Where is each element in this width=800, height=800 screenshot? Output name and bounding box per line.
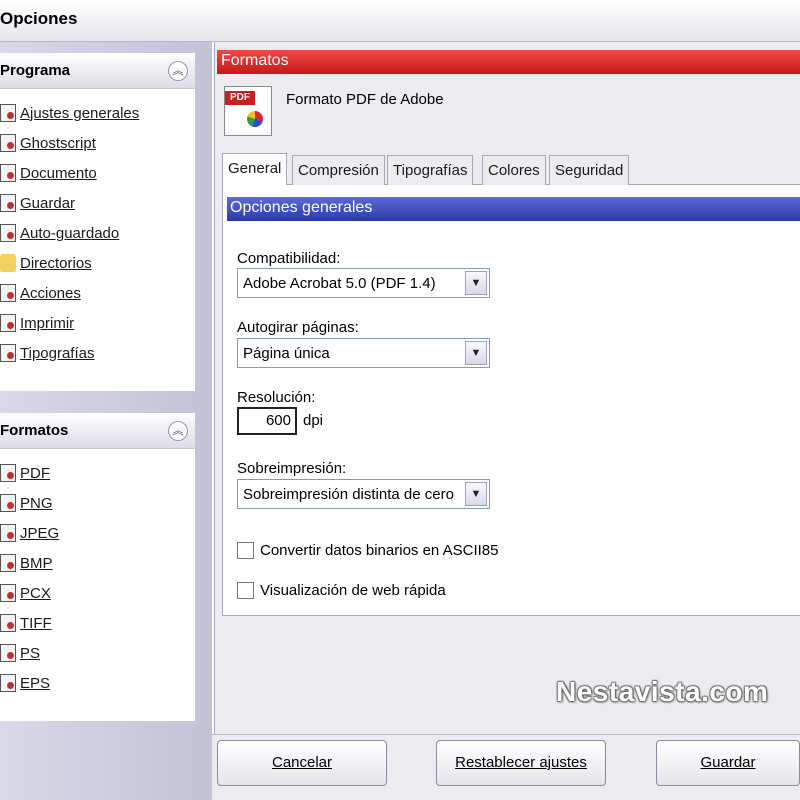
autorotate-value: Página única [243,345,330,362]
formatos-panel: Formatos ︽ PDF PNG JPEG BMP PCX TIFF PS … [0,413,195,721]
sidebar-item-png[interactable]: PNG [0,491,53,515]
pdf-format-icon: PDF [224,86,272,136]
sidebar-item-acciones[interactable]: Acciones [0,281,81,305]
sidebar-item-directorios[interactable]: Directorios [0,251,92,275]
options-header: Opciones generales [227,197,800,221]
overprint-label: Sobreimpresión: [237,460,347,477]
sidebar-item-ghostscript[interactable]: Ghostscript [0,131,96,155]
resolution-label: Resolución: [237,389,316,406]
window-title: Opciones [0,9,78,28]
programa-panel: Programa ︽ Ajustes generales Ghostscript… [0,53,195,391]
sidebar-item-tiff[interactable]: TIFF [0,611,52,635]
tab-seguridad[interactable]: Seguridad [549,155,630,185]
png-file-icon [0,494,16,512]
formatos-panel-title: Formatos [0,422,69,439]
actions-icon [0,284,16,302]
settings-doc-icon [0,104,16,122]
autorotate-select[interactable]: Página única ▼ [237,338,490,368]
tab-tipografias[interactable]: Tipografías [387,155,474,185]
sidebar-item-bmp[interactable]: BMP [0,551,53,575]
sidebar-item-tipografias[interactable]: Tipografías [0,341,94,365]
chevron-down-icon[interactable]: ▼ [465,271,487,295]
collapse-up-icon[interactable]: ︽ [168,421,188,441]
pdf-color-wheel-icon [247,111,263,127]
bmp-file-icon [0,554,16,572]
watermark: Nestavista.com [556,676,769,707]
fastweb-label: Visualización de web rápida [260,582,446,599]
pdf-icon-tag: PDF [225,91,255,105]
resolution-unit: dpi [303,412,324,429]
sidebar-item-jpeg[interactable]: JPEG [0,521,59,545]
pdf-file-icon [0,464,16,482]
programa-panel-title: Programa [0,62,71,79]
tiff-file-icon [0,614,16,632]
sidebar-item-auto-guardado[interactable]: Auto-guardado [0,221,119,245]
collapse-up-icon[interactable]: ︽ [168,61,188,81]
folder-icon [0,254,16,272]
section-title: Formatos [221,52,289,69]
sidebar-item-pcx[interactable]: PCX [0,581,51,605]
overprint-value: Sobreimpresión distinta de cero [243,486,454,503]
fastweb-checkbox-row[interactable]: Visualización de web rápida [237,582,446,599]
compat-select[interactable]: Adobe Acrobat 5.0 (PDF 1.4) ▼ [237,268,490,298]
section-header: Formatos [217,50,800,74]
print-icon [0,314,16,332]
tab-compresion[interactable]: Compresión [292,155,385,185]
programa-panel-header[interactable]: Programa ︽ [0,53,195,89]
sidebar-item-pdf[interactable]: PDF [0,461,50,485]
ascii85-label: Convertir datos binarios en ASCII85 [260,542,499,559]
sidebar-item-eps[interactable]: EPS [0,671,50,695]
tab-colores[interactable]: Colores [482,155,546,185]
sidebar-item-imprimir[interactable]: Imprimir [0,311,74,335]
sidebar-item-guardar[interactable]: Guardar [0,191,75,215]
ghostscript-icon [0,134,16,152]
sidebar-item-ajustes-generales[interactable]: Ajustes generales [0,101,139,125]
ascii85-checkbox-row[interactable]: Convertir datos binarios en ASCII85 [237,542,498,559]
document-icon [0,164,16,182]
ps-file-icon [0,644,16,662]
formatos-panel-header[interactable]: Formatos ︽ [0,413,195,449]
chevron-down-icon[interactable]: ▼ [465,341,487,365]
chevron-down-icon[interactable]: ▼ [465,482,487,506]
jpeg-file-icon [0,524,16,542]
ascii85-checkbox[interactable] [237,542,254,559]
resolution-input[interactable]: 600 [237,407,297,435]
overprint-select[interactable]: Sobreimpresión distinta de cero ▼ [237,479,490,509]
save-button[interactable]: Guardar [656,740,800,786]
format-name: Formato PDF de Adobe [286,91,444,108]
autorotate-label: Autogirar páginas: [237,319,359,336]
compat-value: Adobe Acrobat 5.0 (PDF 1.4) [243,275,436,292]
eps-file-icon [0,674,16,692]
compat-label: Compatibilidad: [237,250,341,267]
cancel-button[interactable]: Cancelar [217,740,387,786]
pcx-file-icon [0,584,16,602]
sidebar-item-ps[interactable]: PS [0,641,40,665]
tab-general[interactable]: General [222,153,288,185]
sidebar-item-documento[interactable]: Documento [0,161,97,185]
autosave-icon [0,224,16,242]
reset-button[interactable]: Restablecer ajustes [436,740,606,786]
fastweb-checkbox[interactable] [237,582,254,599]
fonts-icon [0,344,16,362]
options-title: Opciones generales [230,199,373,216]
save-icon [0,194,16,212]
title-bar: Opciones [0,0,800,42]
